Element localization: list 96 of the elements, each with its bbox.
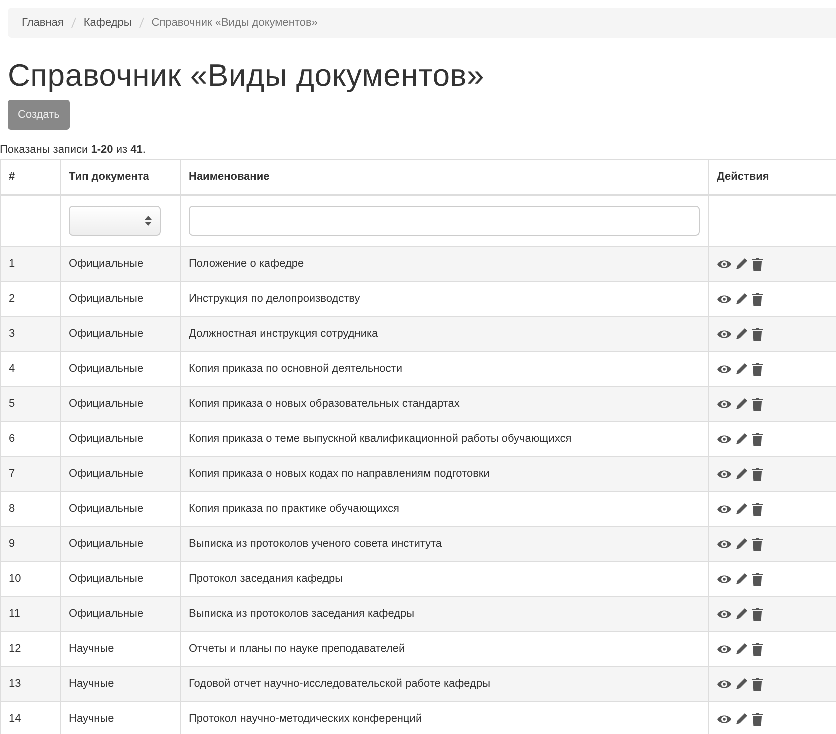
edit-pencil-icon[interactable]: [736, 643, 748, 655]
row-number: 1: [9, 258, 16, 270]
view-eye-icon[interactable]: [717, 714, 732, 724]
row-number: 10: [9, 573, 22, 585]
view-eye-icon[interactable]: [717, 644, 732, 654]
document-type-cell: Официальные: [69, 328, 144, 340]
document-type-cell: Официальные: [69, 293, 144, 305]
name-filter-field[interactable]: [189, 206, 700, 236]
edit-pencil-icon[interactable]: [736, 398, 748, 410]
view-eye-icon[interactable]: [717, 434, 732, 444]
document-name-cell: Выписка из протоколов ученого совета института: [189, 538, 442, 550]
document-name-cell: Должностная инструкция сотрудника: [189, 328, 378, 340]
row-number: 7: [9, 468, 16, 480]
edit-pencil-icon[interactable]: [736, 503, 748, 515]
document-type-cell: Официальные: [69, 573, 144, 585]
edit-pencil-icon[interactable]: [736, 678, 748, 690]
breadcrumb-separator-icon: [138, 17, 145, 29]
page-title: Справочник «Виды документов»: [8, 58, 486, 94]
row-number: 11: [9, 608, 20, 620]
view-eye-icon[interactable]: [717, 608, 732, 620]
document-type-cell: Официальные: [69, 433, 144, 445]
edit-pencil-icon[interactable]: [736, 608, 748, 620]
row-number: 2: [9, 293, 16, 305]
document-type-cell: Официальные: [69, 258, 144, 270]
document-name-cell: Копия приказа о теме выпускной квалификационной работы обучающихся: [189, 433, 572, 445]
row-number: 5: [9, 398, 16, 410]
document-type-cell: Официальные: [69, 468, 144, 480]
edit-pencil-icon[interactable]: [736, 363, 748, 375]
document-type-cell: Научные: [69, 678, 114, 690]
delete-trash-icon[interactable]: [752, 258, 763, 270]
column-header: Действия: [717, 171, 770, 183]
document-name-cell: Копия приказа по практике обучающихся: [189, 503, 400, 515]
edit-pencil-icon[interactable]: [736, 713, 748, 725]
edit-pencil-icon[interactable]: [736, 538, 748, 550]
view-eye-icon[interactable]: [717, 504, 732, 514]
document-type-cell: Официальные: [69, 608, 144, 620]
breadcrumb-current: Справочник «Виды документов»: [152, 17, 318, 29]
delete-trash-icon[interactable]: [752, 502, 763, 516]
document-name-cell: Протокол научно-методических конференций: [189, 713, 422, 725]
view-eye-icon[interactable]: [717, 364, 732, 374]
edit-pencil-icon[interactable]: [736, 433, 748, 445]
delete-trash-icon[interactable]: [752, 432, 763, 446]
document-name-cell: Копия приказа о новых кодах по направлениям подготовки: [189, 468, 490, 480]
column-header[interactable]: #: [9, 171, 16, 183]
delete-trash-icon[interactable]: [752, 712, 763, 726]
document-type-cell: Научные: [69, 643, 114, 655]
row-number: 4: [9, 363, 16, 375]
document-name-cell: Отчеты и планы по науке преподавателей: [189, 643, 406, 655]
document-type-cell: Официальные: [69, 398, 144, 410]
document-type-cell: Официальные: [69, 503, 144, 515]
view-eye-icon[interactable]: [717, 294, 732, 304]
edit-pencil-icon[interactable]: [736, 573, 748, 585]
delete-trash-icon[interactable]: [752, 362, 763, 376]
document-type-cell: Официальные: [69, 363, 144, 375]
view-eye-icon[interactable]: [717, 678, 732, 690]
breadcrumb-link[interactable]: Кафедры: [84, 17, 132, 29]
row-number: 12: [9, 643, 22, 655]
delete-trash-icon[interactable]: [752, 398, 763, 410]
edit-pencil-icon[interactable]: [736, 293, 748, 305]
view-eye-icon[interactable]: [717, 328, 732, 340]
records-summary: Показаны записи 1-20 из 41.: [0, 144, 147, 156]
delete-trash-icon[interactable]: [752, 328, 763, 340]
document-name-cell: Положение о кафедре: [189, 258, 304, 270]
delete-trash-icon[interactable]: [752, 292, 763, 306]
delete-trash-icon[interactable]: [752, 608, 763, 620]
edit-pencil-icon[interactable]: [736, 468, 748, 480]
row-number: 13: [9, 678, 22, 690]
view-eye-icon[interactable]: [717, 258, 732, 270]
row-number: 3: [9, 328, 16, 340]
delete-trash-icon[interactable]: [752, 538, 763, 550]
document-type-cell: Официальные: [69, 538, 144, 550]
view-eye-icon[interactable]: [717, 398, 732, 410]
document-name-cell: Протокол заседания кафедры: [189, 573, 344, 585]
edit-pencil-icon[interactable]: [736, 258, 748, 270]
document-name-cell: Копия приказа по основной деятельности: [189, 363, 402, 375]
view-eye-icon[interactable]: [717, 574, 732, 584]
document-name-cell: Выписка из протоколов заседания кафедры: [189, 608, 415, 620]
document-name-cell: Копия приказа о новых образовательных стандартах: [189, 398, 460, 410]
delete-trash-icon[interactable]: [752, 572, 763, 586]
document-name-cell: Инструкция по делопроизводству: [189, 293, 360, 305]
document-name-cell: Годовой отчет научно-исследовательской работе кафедры: [189, 678, 491, 690]
select-arrows-icon: [145, 216, 152, 226]
delete-trash-icon[interactable]: [752, 678, 763, 690]
edit-pencil-icon[interactable]: [736, 328, 748, 340]
breadcrumb-separator-icon: [70, 17, 77, 29]
row-number: 6: [9, 433, 16, 445]
view-eye-icon[interactable]: [717, 468, 732, 480]
delete-trash-icon[interactable]: [752, 642, 763, 656]
column-header[interactable]: Наименование: [189, 171, 270, 183]
row-number: 8: [9, 503, 16, 515]
row-number: 9: [9, 538, 16, 550]
view-eye-icon[interactable]: [717, 538, 732, 550]
document-type-cell: Научные: [69, 713, 114, 725]
breadcrumb-link[interactable]: Главная: [22, 17, 64, 29]
delete-trash-icon[interactable]: [752, 468, 763, 480]
row-number: 14: [9, 713, 22, 725]
